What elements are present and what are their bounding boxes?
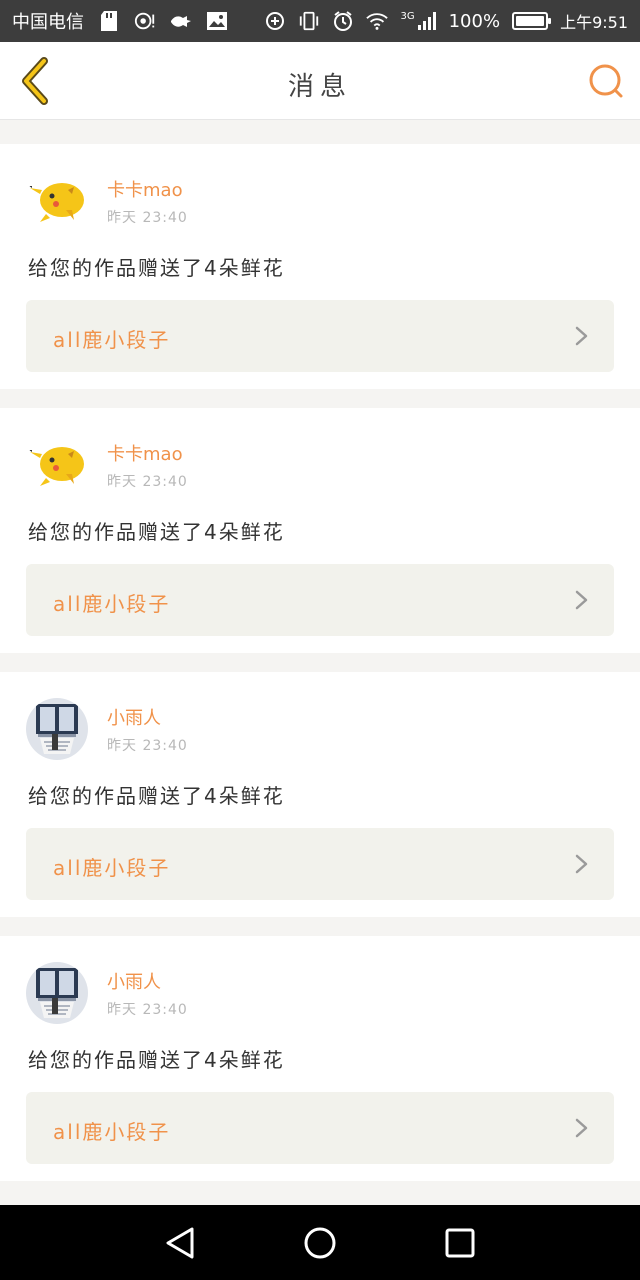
network-type-label: 3G [400, 11, 415, 22]
message-card: 卡卡mao 昨天 23:40 给您的作品赠送了4朵鲜花 all鹿小段子 [0, 144, 640, 389]
clock-label: 上午9:51 [560, 13, 628, 32]
message-time: 昨天 23:40 [107, 1002, 188, 1018]
carrier-label: 中国电信 [12, 12, 84, 33]
chevron-right-icon [575, 854, 588, 874]
sender-name[interactable]: 小雨人 [107, 968, 161, 994]
search-icon [589, 64, 623, 98]
chevron-right-icon [575, 590, 588, 610]
page-title: 消息 [287, 72, 352, 102]
message-text: 给您的作品赠送了4朵鲜花 [28, 520, 285, 544]
avatar[interactable] [26, 698, 88, 760]
message-list[interactable]: 卡卡mao 昨天 23:40 给您的作品赠送了4朵鲜花 all鹿小段子 卡卡ma… [0, 120, 640, 1205]
avatar[interactable] [26, 962, 88, 1024]
square-recents-icon [445, 1228, 475, 1257]
work-link[interactable]: all鹿小段子 [26, 828, 614, 900]
sync-notification-icon [134, 10, 156, 32]
sd-card-icon [98, 10, 120, 32]
message-text: 给您的作品赠送了4朵鲜花 [28, 256, 285, 280]
avatar[interactable] [26, 434, 88, 496]
work-link[interactable]: all鹿小段子 [26, 300, 614, 372]
work-link[interactable]: all鹿小段子 [26, 564, 614, 636]
work-title: all鹿小段子 [53, 856, 171, 880]
chevron-right-icon [575, 326, 588, 346]
message-text: 给您的作品赠送了4朵鲜花 [28, 784, 285, 808]
cellular-signal-icon: 3G [400, 11, 436, 31]
message-card: 卡卡mao 昨天 23:40 给您的作品赠送了4朵鲜花 all鹿小段子 [0, 408, 640, 653]
data-saver-icon [264, 10, 286, 32]
message-text: 给您的作品赠送了4朵鲜花 [28, 1048, 285, 1072]
nav-home-button[interactable] [295, 1218, 345, 1268]
image-notification-icon [206, 10, 228, 32]
battery-percent-label: 100% [448, 10, 501, 32]
message-time: 昨天 23:40 [107, 474, 188, 490]
work-title: all鹿小段子 [53, 1120, 171, 1144]
nav-recents-button[interactable] [435, 1218, 485, 1268]
alarm-icon [332, 10, 354, 32]
sender-name[interactable]: 卡卡mao [107, 440, 183, 466]
search-button[interactable] [586, 61, 626, 101]
message-time: 昨天 23:40 [107, 210, 188, 226]
battery-level-fill [516, 16, 545, 26]
avatar[interactable] [26, 170, 88, 232]
work-title: all鹿小段子 [53, 328, 171, 352]
triangle-back-icon [166, 1227, 194, 1258]
nav-back-button[interactable] [155, 1218, 205, 1268]
message-time: 昨天 23:40 [107, 738, 188, 754]
sender-name[interactable]: 卡卡mao [107, 176, 183, 202]
battery-icon [512, 12, 552, 30]
sender-name[interactable]: 小雨人 [107, 704, 161, 730]
app-notification-icon [170, 10, 192, 32]
vibrate-icon [298, 10, 320, 32]
app-header: 消息 [0, 42, 640, 120]
wifi-icon [366, 10, 389, 32]
system-nav-bar [0, 1205, 640, 1280]
chevron-right-icon [575, 1118, 588, 1138]
status-bar: 中国电信 3G 100% 上午9:51 [0, 0, 640, 42]
work-title: all鹿小段子 [53, 592, 171, 616]
circle-home-icon [304, 1227, 336, 1258]
message-card: 小雨人 昨天 23:40 给您的作品赠送了4朵鲜花 all鹿小段子 [0, 936, 640, 1181]
message-card: 小雨人 昨天 23:40 给您的作品赠送了4朵鲜花 all鹿小段子 [0, 672, 640, 917]
work-link[interactable]: all鹿小段子 [26, 1092, 614, 1164]
